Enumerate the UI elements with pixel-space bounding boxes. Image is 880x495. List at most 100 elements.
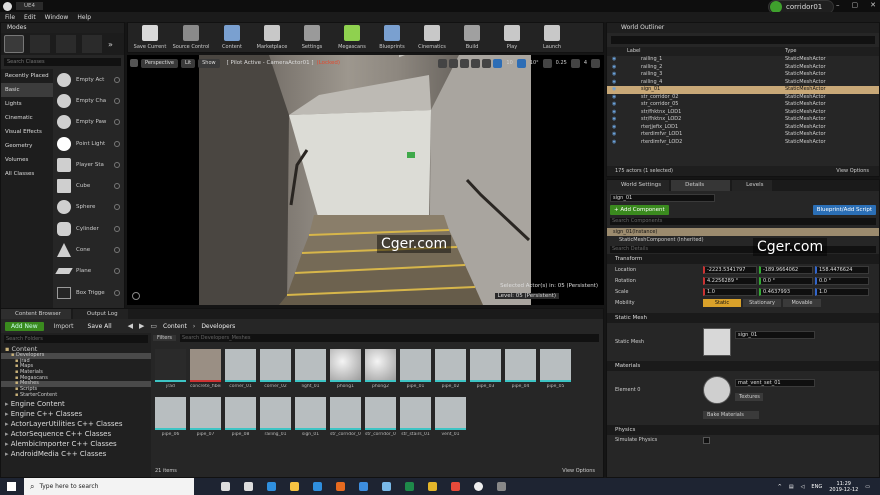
rotation-y[interactable]: 0.0 ° [759, 276, 813, 285]
location-y[interactable]: -189.9664062 [759, 265, 813, 274]
asset-tile[interactable]: phong1 [330, 349, 361, 389]
minimize-icon[interactable]: – [836, 1, 840, 9]
asset-tile[interactable]: str_corridor_05 [365, 397, 396, 437]
scale-label[interactable]: Scale [615, 289, 703, 295]
help-icon[interactable] [114, 247, 120, 254]
scale-y[interactable]: 0.4637993 [759, 287, 813, 296]
save-all-button[interactable]: Save All [84, 322, 116, 331]
transform-section[interactable]: Transform [607, 254, 879, 264]
app-title-tab[interactable]: UE4 [16, 2, 43, 10]
class-folder-item[interactable]: ▸ ActorSequence C++ Classes [1, 429, 151, 439]
help-icon[interactable] [114, 268, 120, 275]
asset-tile[interactable]: vent_01 [435, 397, 466, 437]
task-view-icon[interactable] [221, 482, 230, 491]
tab-content-browser[interactable]: Content Browser [1, 309, 71, 319]
actor-name-field[interactable]: sign_01 [610, 194, 715, 202]
actor-item[interactable]: Player Sta [53, 154, 124, 175]
asset-tile[interactable]: pipe_01 [400, 349, 431, 389]
app-icon[interactable] [497, 482, 506, 491]
clock-date[interactable]: 2019-12-12 [829, 487, 858, 493]
location-label[interactable]: Location [615, 267, 703, 273]
location-x[interactable]: -2223.5341797 [703, 265, 757, 274]
outliner-search-input[interactable] [611, 36, 875, 44]
modes-tab[interactable]: Modes [1, 23, 124, 33]
actor-item[interactable]: Cylinder [53, 218, 124, 239]
outliner-row[interactable]: ◉ str/fhktnx_LOD2 StaticMeshActor [607, 116, 879, 124]
world-outliner-tab[interactable]: World Outliner [607, 23, 879, 33]
location-z[interactable]: 158.4476624 [815, 265, 869, 274]
category-cinematic[interactable]: Cinematic [1, 111, 53, 125]
asset-tile[interactable]: pipe_07 [190, 397, 221, 437]
tab-output-log[interactable]: Output Log [72, 309, 128, 319]
app-icon[interactable] [451, 482, 460, 491]
outliner-view-options[interactable]: View Options [836, 168, 869, 174]
asset-tile[interactable]: str_stairs_01 [400, 397, 431, 437]
menu-file[interactable]: File [5, 14, 15, 21]
file-explorer-icon[interactable] [290, 482, 299, 491]
outliner-row[interactable]: ◉ sign_01 StaticMeshActor [607, 86, 879, 94]
bake-materials-button[interactable]: Bake Materials [703, 411, 759, 419]
class-folder-item[interactable]: ▸ AndroidMedia C++ Classes [1, 449, 151, 459]
actor-item[interactable]: Cube [53, 175, 124, 196]
scale-x[interactable]: 1.0 [703, 287, 757, 296]
edge-icon[interactable] [267, 482, 276, 491]
material-thumbnail[interactable] [703, 376, 731, 404]
chrome-icon[interactable] [428, 482, 437, 491]
mobility-movable[interactable]: Movable [783, 299, 821, 307]
filters-button[interactable]: Filters [153, 335, 176, 341]
outliner-row[interactable]: ◉ railing_2 StaticMeshActor [607, 64, 879, 72]
grid-snap-value[interactable]: 10 [504, 60, 514, 66]
search-details-input[interactable]: Search Details [610, 246, 876, 253]
tab-world-settings[interactable]: World Settings [607, 180, 670, 191]
outliner-row[interactable]: ◉ rterdimfvr_LOD1 StaticMeshActor [607, 131, 879, 139]
visibility-eye-icon[interactable]: ◉ [607, 86, 627, 94]
rotation-z[interactable]: 0.0 ° [815, 276, 869, 285]
asset-tile[interactable]: phong2 [365, 349, 396, 389]
blueprint-add-script-button[interactable]: Blueprint/Add Script [812, 205, 876, 215]
asset-tile[interactable]: jrad [155, 349, 186, 389]
asset-tile[interactable]: concrete_fiber_01_Albedo [190, 349, 221, 389]
instance-row[interactable]: sign_01(Instance) [607, 228, 879, 236]
tab-levels[interactable]: Levels [732, 180, 772, 191]
excel-icon[interactable] [405, 482, 414, 491]
breadcrumb-content[interactable]: Content [163, 323, 187, 330]
landscape-mode-icon[interactable] [56, 35, 76, 53]
category-geometry[interactable]: Geometry [1, 139, 53, 153]
actor-item[interactable]: Plane [53, 261, 124, 282]
simulate-physics-checkbox[interactable] [703, 436, 710, 444]
asset-tile[interactable]: pipe_03 [470, 349, 501, 389]
history-back-icon[interactable]: ◀ [128, 322, 133, 330]
visibility-eye-icon[interactable]: ◉ [607, 56, 627, 64]
content-view-options[interactable]: View Options [562, 468, 595, 474]
perspective-button[interactable]: Perspective [141, 58, 178, 68]
asset-tile[interactable]: pipe_05 [540, 349, 571, 389]
notifications-icon[interactable]: ▭ [865, 484, 870, 490]
asset-tile[interactable]: light_01 [295, 349, 326, 389]
help-icon[interactable] [114, 140, 120, 147]
translate-tool-icon[interactable] [438, 58, 448, 68]
outliner-row[interactable]: ◉ str_corridor_02 StaticMeshActor [607, 94, 879, 102]
rotation-snap-value[interactable]: 10° [528, 60, 541, 66]
visibility-eye-icon[interactable]: ◉ [607, 79, 627, 87]
help-icon[interactable] [114, 289, 120, 296]
outliner-row[interactable]: ◉ railing_4 StaticMeshActor [607, 79, 879, 87]
category-basic[interactable]: Basic [1, 83, 53, 97]
store-icon[interactable] [244, 482, 253, 491]
category-recently-placed[interactable]: Recently Placed [1, 69, 53, 83]
help-icon[interactable] [114, 76, 120, 83]
visibility-eye-icon[interactable]: ◉ [607, 71, 627, 79]
search-components-input[interactable]: Search Components [610, 218, 876, 225]
maximize-icon[interactable]: ▢ [852, 1, 859, 9]
help-icon[interactable] [114, 225, 120, 232]
help-icon[interactable] [114, 204, 120, 211]
scale-z[interactable]: 1.0 [815, 287, 869, 296]
asset-tile[interactable]: corner_02 [260, 349, 291, 389]
add-new-button[interactable]: Add New [5, 321, 44, 331]
textures-button[interactable]: Textures [735, 393, 763, 401]
firefox-icon[interactable] [336, 482, 345, 491]
outliner-row[interactable]: ◉ str_corridor_05 StaticMeshActor [607, 101, 879, 109]
outliner-row[interactable]: ◉ rterjjefix_LOD1 StaticMeshActor [607, 124, 879, 132]
actor-item[interactable]: Cone [53, 239, 124, 260]
class-folder-item[interactable]: ▸ Engine C++ Classes [1, 409, 151, 419]
visibility-eye-icon[interactable]: ◉ [607, 109, 627, 117]
